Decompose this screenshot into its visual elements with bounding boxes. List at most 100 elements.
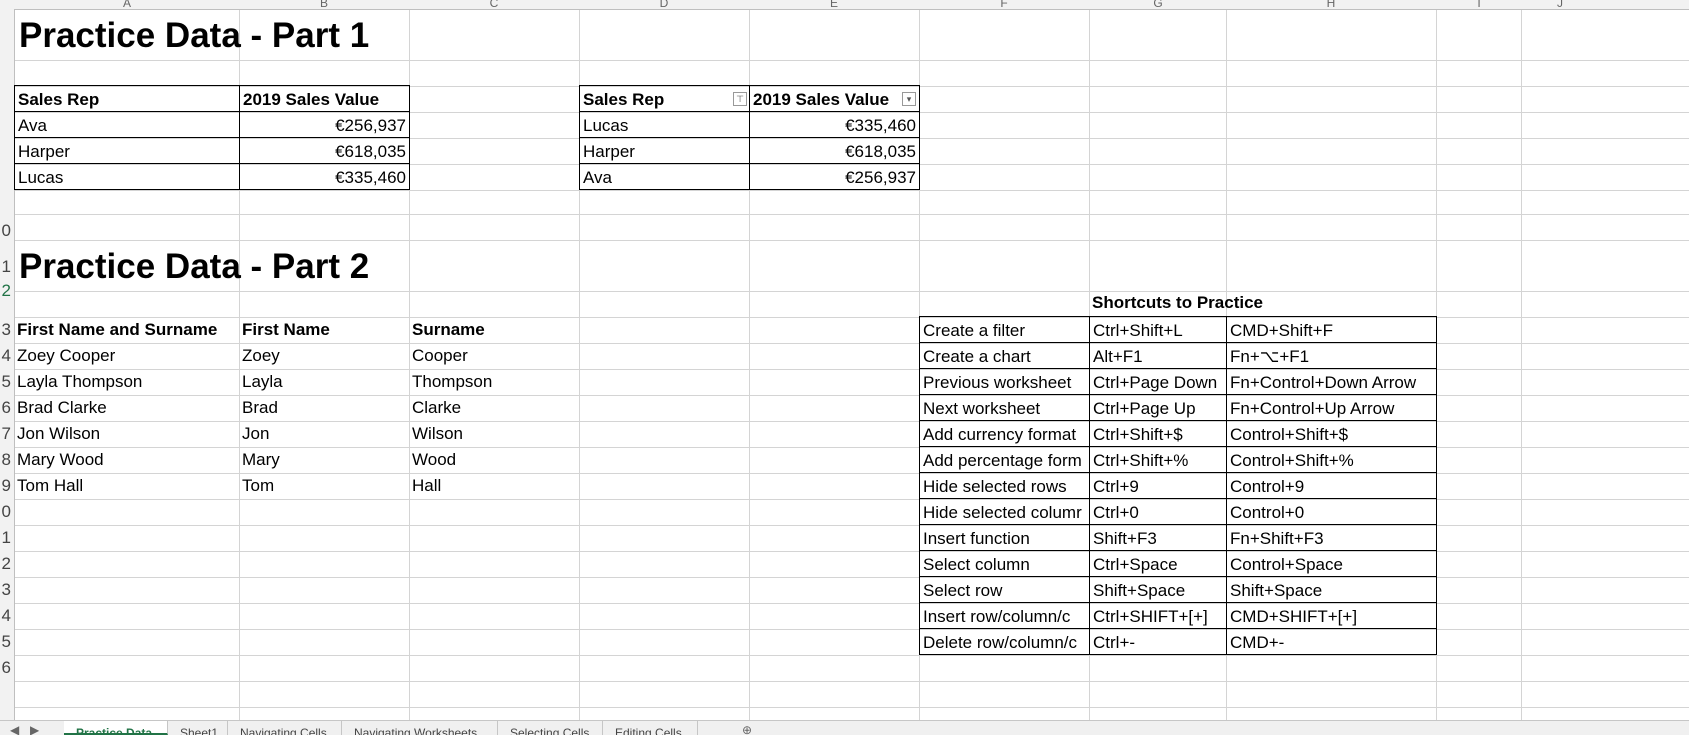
first-name-cell[interactable]: Brad bbox=[239, 394, 409, 420]
table2-rep-cell[interactable]: Lucas bbox=[579, 111, 750, 138]
table2-value-cell[interactable]: €335,460 bbox=[749, 111, 920, 138]
shortcut-mac-cell[interactable]: Control+9 bbox=[1226, 472, 1437, 499]
shortcut-mac-cell[interactable]: CMD+Shift+F bbox=[1226, 316, 1437, 343]
tab-scroll-left-icon[interactable]: ◀ bbox=[10, 723, 19, 735]
surname-cell[interactable]: Clarke bbox=[409, 394, 579, 420]
sheet-tab[interactable]: Navigating Worksheets bbox=[342, 721, 498, 735]
column-header-d[interactable]: D bbox=[659, 0, 669, 9]
shortcut-windows-cell[interactable]: Ctrl+9 bbox=[1089, 472, 1227, 499]
full-name-cell[interactable]: Zoey Cooper bbox=[14, 342, 239, 368]
full-name-cell[interactable]: Tom Hall bbox=[14, 472, 239, 498]
shortcut-windows-cell[interactable]: Shift+Space bbox=[1089, 576, 1227, 603]
table1-rep-cell[interactable]: Lucas bbox=[14, 163, 240, 190]
full-name-cell[interactable]: Jon Wilson bbox=[14, 420, 239, 446]
table1-value-cell[interactable]: €335,460 bbox=[239, 163, 410, 190]
part1-title[interactable]: Practice Data - Part 1 bbox=[14, 12, 574, 60]
table2-header-cell[interactable]: Sales Rep bbox=[579, 85, 750, 112]
row-header[interactable]: 1 bbox=[2, 524, 11, 552]
row-header[interactable]: 6 bbox=[2, 654, 11, 682]
shortcut-mac-cell[interactable]: Fn+Control+Down Arrow bbox=[1226, 368, 1437, 395]
shortcut-windows-cell[interactable]: Ctrl+Shift+L bbox=[1089, 316, 1227, 343]
full-name-cell[interactable]: Brad Clarke bbox=[14, 394, 239, 420]
shortcut-mac-cell[interactable]: Control+Shift+$ bbox=[1226, 420, 1437, 447]
shortcut-mac-cell[interactable]: Fn+Shift+F3 bbox=[1226, 524, 1437, 551]
shortcut-action-cell[interactable]: Select row bbox=[919, 576, 1090, 603]
surname-cell[interactable]: Thompson bbox=[409, 368, 579, 394]
first-name-cell[interactable]: Mary bbox=[239, 446, 409, 472]
table1-header-cell[interactable]: 2019 Sales Value bbox=[239, 85, 410, 112]
row-header[interactable]: 5 bbox=[2, 628, 11, 656]
table2-value-cell[interactable]: €256,937 bbox=[749, 163, 920, 190]
shortcut-mac-cell[interactable]: CMD+SHIFT+[+] bbox=[1226, 602, 1437, 629]
sort-filter-applied-icon[interactable]: ⊤ bbox=[733, 92, 747, 106]
column-header-j[interactable]: J bbox=[1555, 0, 1565, 9]
sheet-tab[interactable]: Practice Data bbox=[64, 721, 168, 735]
shortcut-mac-cell[interactable]: Fn+⌥+F1 bbox=[1226, 342, 1437, 369]
column-header-h[interactable]: H bbox=[1326, 0, 1336, 9]
row-header[interactable]: 8 bbox=[2, 446, 11, 474]
row-header[interactable]: 5 bbox=[2, 368, 11, 396]
row-header[interactable]: 6 bbox=[2, 394, 11, 422]
shortcut-windows-cell[interactable]: Ctrl+Shift+% bbox=[1089, 446, 1227, 473]
shortcut-windows-cell[interactable]: Ctrl+Shift+$ bbox=[1089, 420, 1227, 447]
shortcut-action-cell[interactable]: Previous worksheet bbox=[919, 368, 1090, 395]
row-header[interactable]: 0 bbox=[2, 217, 11, 245]
row-header[interactable]: 0 bbox=[2, 498, 11, 526]
column-header-a[interactable]: A bbox=[122, 0, 132, 9]
shortcut-action-cell[interactable]: Hide selected columr bbox=[919, 498, 1090, 525]
names-header-cell[interactable]: Surname bbox=[409, 316, 579, 342]
shortcut-mac-cell[interactable]: Control+Space bbox=[1226, 550, 1437, 577]
sheet-tab[interactable]: Sheet1 bbox=[168, 721, 228, 735]
column-header-i[interactable]: I bbox=[1474, 0, 1484, 9]
first-name-cell[interactable]: Tom bbox=[239, 472, 409, 498]
row-header[interactable]: 7 bbox=[2, 420, 11, 448]
part2-title[interactable]: Practice Data - Part 2 bbox=[14, 243, 574, 291]
table2-rep-cell[interactable]: Harper bbox=[579, 137, 750, 164]
first-name-cell[interactable]: Layla bbox=[239, 368, 409, 394]
shortcut-windows-cell[interactable]: Ctrl+- bbox=[1089, 628, 1227, 655]
table2-header-cell[interactable]: 2019 Sales Value bbox=[749, 85, 920, 112]
add-sheet-icon[interactable]: ⊕ bbox=[742, 723, 752, 735]
shortcut-action-cell[interactable]: Create a filter bbox=[919, 316, 1090, 343]
shortcut-mac-cell[interactable]: Control+0 bbox=[1226, 498, 1437, 525]
full-name-cell[interactable]: Layla Thompson bbox=[14, 368, 239, 394]
table1-header-cell[interactable]: Sales Rep bbox=[14, 85, 240, 112]
surname-cell[interactable]: Wilson bbox=[409, 420, 579, 446]
shortcut-action-cell[interactable]: Select column bbox=[919, 550, 1090, 577]
shortcut-action-cell[interactable]: Insert function bbox=[919, 524, 1090, 551]
sheet-tab[interactable]: Selecting Cells bbox=[498, 721, 603, 735]
surname-cell[interactable]: Wood bbox=[409, 446, 579, 472]
row-header[interactable]: 2 bbox=[2, 550, 11, 578]
names-header-cell[interactable]: First Name bbox=[239, 316, 409, 342]
shortcut-mac-cell[interactable]: Control+Shift+% bbox=[1226, 446, 1437, 473]
column-header-g[interactable]: G bbox=[1153, 0, 1163, 9]
row-header[interactable]: 4 bbox=[2, 602, 11, 630]
shortcut-action-cell[interactable]: Create a chart bbox=[919, 342, 1090, 369]
shortcut-action-cell[interactable]: Insert row/column/c bbox=[919, 602, 1090, 629]
table1-value-cell[interactable]: €618,035 bbox=[239, 137, 410, 164]
shortcut-windows-cell[interactable]: Ctrl+Page Down bbox=[1089, 368, 1227, 395]
shortcut-mac-cell[interactable]: Fn+Control+Up Arrow bbox=[1226, 394, 1437, 421]
row-header[interactable]: 9 bbox=[2, 472, 11, 500]
row-header[interactable]: 3 bbox=[2, 316, 11, 344]
tab-scroll-right-icon[interactable]: ▶ bbox=[30, 723, 39, 735]
table2-value-cell[interactable]: €618,035 bbox=[749, 137, 920, 164]
names-header-cell[interactable]: First Name and Surname bbox=[14, 316, 239, 342]
shortcut-windows-cell[interactable]: Shift+F3 bbox=[1089, 524, 1227, 551]
column-header-f[interactable]: F bbox=[999, 0, 1009, 9]
column-header-b[interactable]: B bbox=[319, 0, 329, 9]
table1-rep-cell[interactable]: Harper bbox=[14, 137, 240, 164]
shortcut-windows-cell[interactable]: Ctrl+0 bbox=[1089, 498, 1227, 525]
shortcut-mac-cell[interactable]: CMD+- bbox=[1226, 628, 1437, 655]
first-name-cell[interactable]: Zoey bbox=[239, 342, 409, 368]
shortcut-mac-cell[interactable]: Shift+Space bbox=[1226, 576, 1437, 603]
table2-rep-cell[interactable]: Ava bbox=[579, 163, 750, 190]
row-header[interactable]: 4 bbox=[2, 342, 11, 370]
surname-cell[interactable]: Hall bbox=[409, 472, 579, 498]
row-header[interactable]: 3 bbox=[2, 576, 11, 604]
shortcut-windows-cell[interactable]: Ctrl+SHIFT+[+] bbox=[1089, 602, 1227, 629]
worksheet-grid[interactable]: A B C D E F G H I J 01234567890123456 Practice Da… bbox=[0, 0, 1689, 720]
full-name-cell[interactable]: Mary Wood bbox=[14, 446, 239, 472]
shortcut-windows-cell[interactable]: Ctrl+Page Up bbox=[1089, 394, 1227, 421]
shortcut-action-cell[interactable]: Add currency format bbox=[919, 420, 1090, 447]
